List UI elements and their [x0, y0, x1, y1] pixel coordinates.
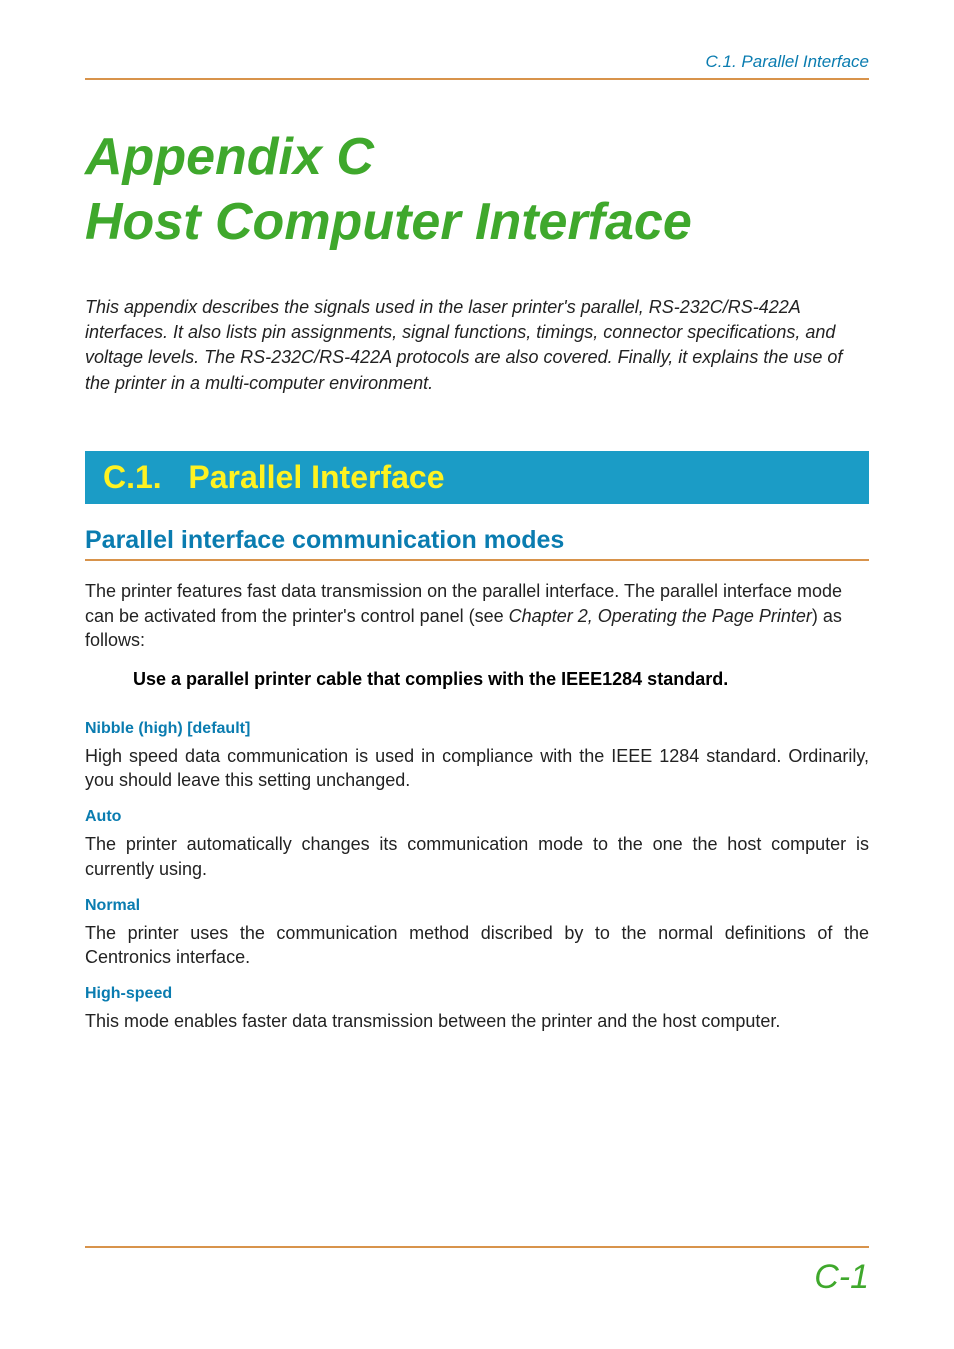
- mode-desc-highspeed: This mode enables faster data transmissi…: [85, 1009, 869, 1033]
- mode-title-normal: Normal: [85, 897, 869, 915]
- mode-title-highspeed: High-speed: [85, 985, 869, 1003]
- mode-block: Nibble (high) [default] High speed data …: [85, 720, 869, 792]
- footer-rule: [85, 1246, 869, 1248]
- mode-block: Normal The printer uses the communicatio…: [85, 897, 869, 969]
- mode-block: High-speed This mode enables faster data…: [85, 985, 869, 1033]
- section-header: C.1. Parallel Interface: [85, 451, 869, 504]
- subsection-paragraph: The printer features fast data transmiss…: [85, 579, 869, 653]
- page-title: Appendix C Host Computer Interface: [85, 125, 869, 255]
- title-line-1: Appendix C: [85, 128, 374, 186]
- mode-title-auto: Auto: [85, 808, 869, 826]
- mode-title-nibble: Nibble (high) [default]: [85, 720, 869, 738]
- title-line-2: Host Computer Interface: [85, 193, 692, 251]
- mode-desc-nibble: High speed data communication is used in…: [85, 744, 869, 792]
- section-number: C.1.: [103, 459, 162, 495]
- mode-block: Auto The printer automatically changes i…: [85, 808, 869, 880]
- mode-desc-normal: The printer uses the communication metho…: [85, 921, 869, 969]
- running-head: C.1. Parallel Interface: [85, 52, 869, 80]
- mode-desc-auto: The printer automatically changes its co…: [85, 832, 869, 880]
- subsection-header: Parallel interface communication modes: [85, 526, 869, 561]
- page-number: C-1: [85, 1258, 869, 1297]
- intro-paragraph: This appendix describes the signals used…: [85, 295, 869, 396]
- cable-note: Use a parallel printer cable that compli…: [133, 669, 869, 690]
- section-title: Parallel Interface: [188, 459, 444, 495]
- footer: C-1: [85, 1246, 869, 1297]
- para-italic-ref: Chapter 2, Operating the Page Printer: [509, 606, 812, 626]
